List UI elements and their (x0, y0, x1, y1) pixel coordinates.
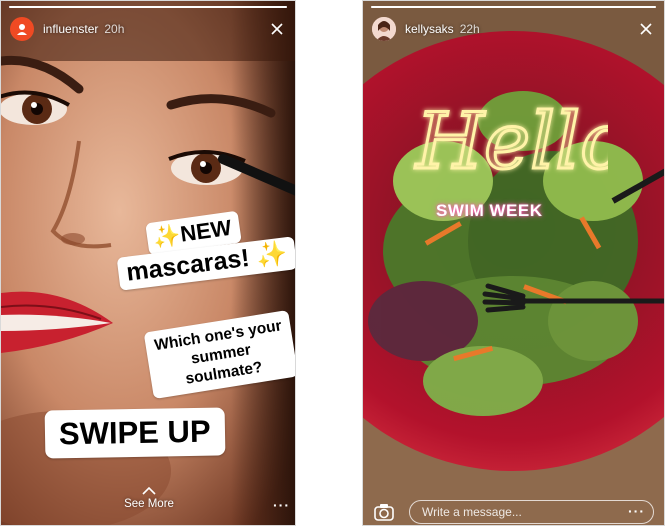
story-timestamp: 22h (459, 22, 480, 36)
sparkles-icon: ✨ (151, 221, 183, 251)
story-timestamp: 20h (104, 22, 125, 36)
close-button[interactable] (637, 20, 655, 38)
chevron-up-icon (1, 482, 295, 495)
story-username[interactable]: influenster (43, 22, 98, 36)
message-input[interactable] (409, 500, 654, 524)
message-bar (369, 500, 659, 524)
see-more-label: See More (124, 498, 174, 510)
close-button[interactable] (268, 20, 286, 38)
close-icon (640, 23, 652, 35)
see-more-button[interactable]: See More (1, 482, 295, 512)
camera-button[interactable] (373, 502, 395, 522)
story-progress-bar (371, 6, 656, 8)
hello-neon-sticker: Hello (413, 96, 609, 189)
sticker-swipe-up[interactable]: SWIPE UP (44, 407, 225, 459)
story-username[interactable]: kellysaks (405, 22, 454, 36)
story-photo-salad (363, 1, 664, 525)
close-icon (271, 23, 283, 35)
avatar[interactable] (372, 17, 396, 41)
story-progress-bar (9, 6, 287, 8)
camera-icon (374, 504, 394, 521)
sparkles-icon: ✨ (254, 239, 289, 271)
profile-photo-icon (372, 17, 396, 41)
story-right[interactable]: kellysaks 22h (362, 0, 665, 526)
avatar[interactable] (10, 17, 34, 41)
hello-text: Hello (414, 97, 608, 187)
swim-week-label: SWIM WEEK (436, 201, 543, 220)
story-progress-fill (9, 6, 287, 8)
ellipsis-icon[interactable]: ··· (273, 497, 290, 513)
story-progress-fill (371, 6, 656, 8)
story-header: influenster 20h (10, 15, 286, 43)
ellipsis-icon[interactable]: ··· (628, 503, 645, 519)
influenster-logo-icon (17, 24, 27, 35)
sticker-new-text: NEW (178, 214, 234, 247)
story-header: kellysaks 22h (372, 15, 655, 43)
story-left[interactable]: influenster 20h ✨NEW mascaras! ✨ Which o… (0, 0, 296, 526)
